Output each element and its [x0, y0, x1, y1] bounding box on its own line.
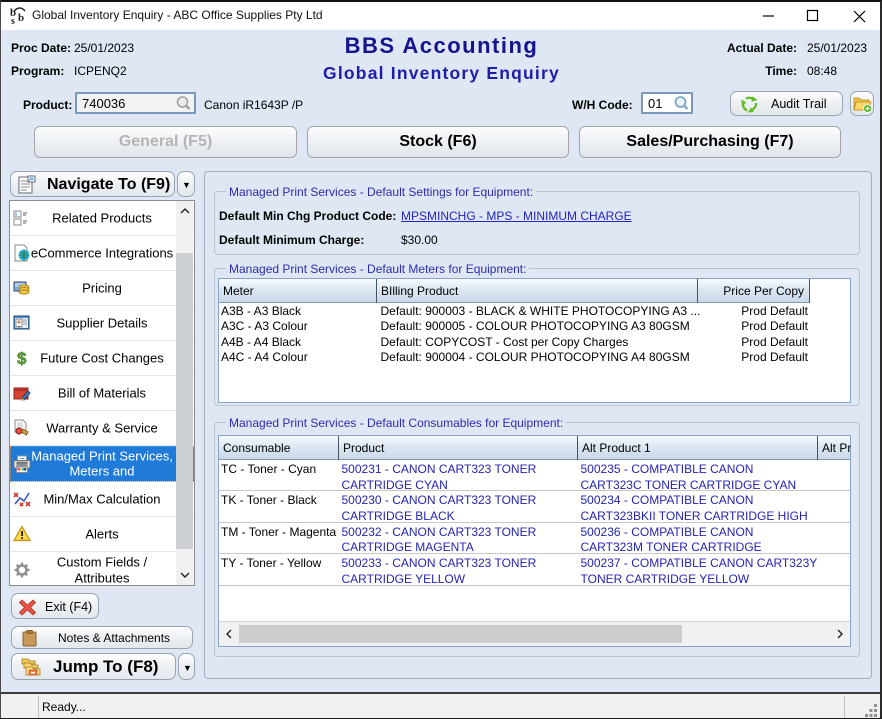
svg-text:b: b [18, 12, 24, 24]
svg-text:s: s [11, 16, 15, 25]
